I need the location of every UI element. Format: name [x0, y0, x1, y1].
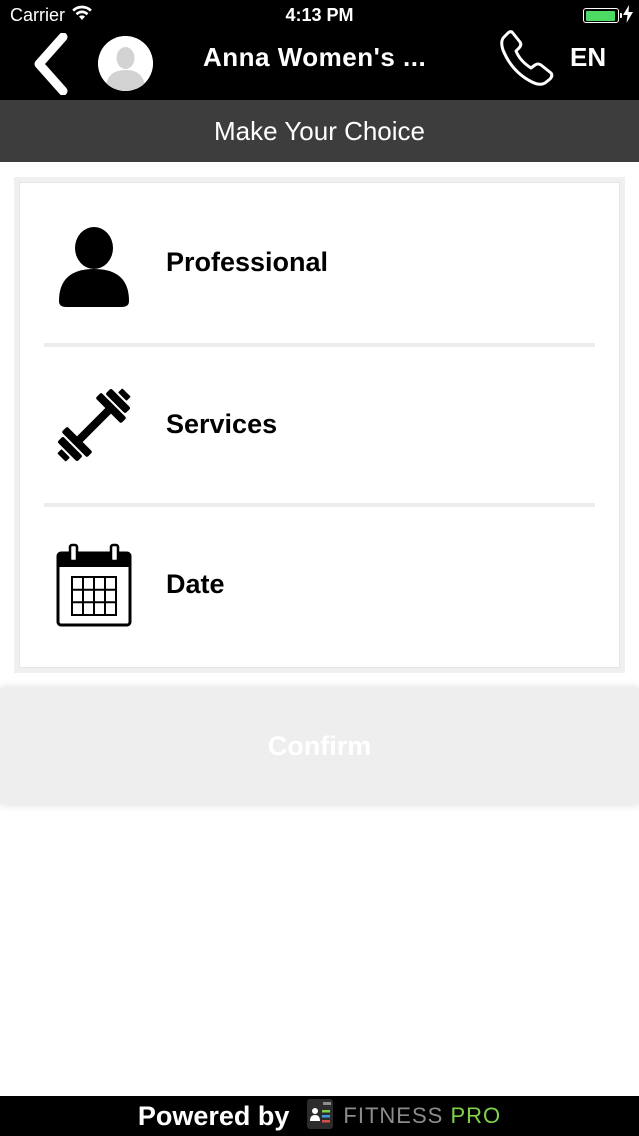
choice-list: Professional Services Date	[19, 182, 620, 668]
charging-icon	[623, 5, 633, 28]
user-avatar-icon	[98, 36, 153, 91]
call-button[interactable]	[498, 28, 556, 86]
fitness-pro-logo-icon	[307, 1098, 334, 1134]
choice-professional[interactable]: Professional	[20, 183, 619, 343]
choice-services[interactable]: Services	[20, 345, 619, 505]
page-title: Anna Women's ...	[203, 42, 427, 72]
brand-name-part1: FITNESS	[343, 1103, 444, 1128]
powered-by-label: Powered by	[137, 1100, 290, 1131]
choice-label: Professional	[166, 247, 329, 277]
app-header: Anna Women's ... EN	[0, 30, 639, 100]
brand-name-part2: PRO	[450, 1103, 502, 1128]
dumbbell-icon	[50, 381, 138, 469]
brand-name: FITNESS PRO	[343, 1103, 501, 1129]
avatar[interactable]	[98, 36, 153, 91]
brand-logo[interactable]: FITNESS PRO	[307, 1098, 501, 1134]
calendar-icon	[50, 541, 138, 629]
choice-date[interactable]: Date	[20, 505, 619, 665]
phone-icon	[498, 30, 556, 90]
chevron-left-icon	[31, 32, 71, 100]
choice-label: Services	[166, 409, 278, 439]
back-button[interactable]	[28, 32, 74, 100]
confirm-button[interactable]: Confirm	[0, 688, 639, 804]
language-button[interactable]: EN	[570, 42, 606, 73]
battery-icon	[583, 8, 622, 23]
battery-level	[585, 10, 615, 21]
section-title: Make Your Choice	[0, 100, 639, 162]
choice-card: Professional Services Date	[14, 177, 625, 673]
footer: Powered by FITNESS PRO	[0, 1096, 639, 1136]
person-icon	[50, 219, 138, 307]
choice-label: Date	[166, 569, 225, 599]
status-time: 4:13 PM	[285, 5, 354, 25]
